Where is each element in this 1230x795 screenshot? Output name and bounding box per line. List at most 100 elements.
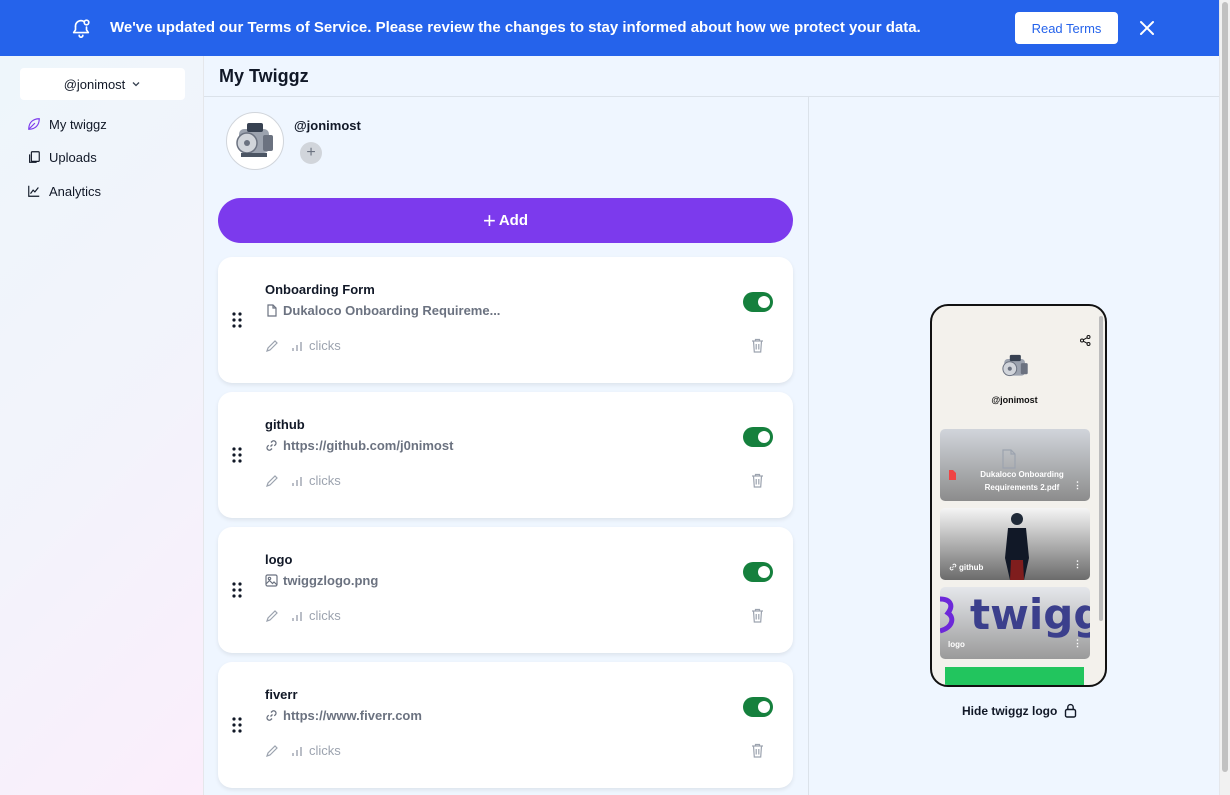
bar-chart-icon: [292, 477, 302, 486]
close-icon[interactable]: [1137, 18, 1157, 38]
pencil-icon[interactable]: [265, 609, 279, 623]
drag-handle-icon[interactable]: [232, 447, 242, 463]
motor-image: [1002, 354, 1028, 377]
motor-image: [236, 123, 273, 157]
twiggz-logo-mark: [940, 596, 955, 634]
sidebar: @jonimost My twiggz Uploads Analytics: [0, 56, 204, 795]
bar-chart-icon: [292, 342, 302, 351]
clicks-label: clicks: [309, 743, 341, 758]
person-image: [1005, 513, 1029, 580]
preview-username: @jonimost: [991, 395, 1038, 405]
phone-preview: @jonimost Dukaloco Onboarding Requiremen…: [930, 304, 1107, 687]
preview-link-card-partial[interactable]: [945, 667, 1084, 685]
preview-panel: @jonimost Dukaloco Onboarding Requiremen…: [809, 97, 1219, 795]
preview-avatar: [996, 348, 1036, 388]
leaf-icon: [28, 118, 40, 130]
preview-scrollbar[interactable]: [1099, 316, 1103, 621]
pencil-icon[interactable]: [265, 744, 279, 758]
chevron-down-icon: [132, 82, 140, 87]
link-card: github https://github.com/j0nimost click…: [218, 392, 793, 518]
links-editor: @jonimost + + Add Onboarding Form Dukalo…: [204, 97, 809, 795]
link-subtitle-text: https://github.com/j0nimost: [283, 438, 454, 453]
drag-handle-icon[interactable]: [232, 717, 242, 733]
clicks-label: clicks: [309, 338, 341, 353]
link-subtitle-text: Dukaloco Onboarding Requireme...: [283, 303, 501, 318]
chart-line-icon: [28, 185, 40, 197]
link-title[interactable]: Onboarding Form: [265, 282, 375, 297]
hide-logo-label: Hide twiggz logo: [962, 703, 1058, 718]
trash-icon[interactable]: [751, 338, 764, 353]
link-title[interactable]: fiverr: [265, 687, 298, 702]
profile-username: @jonimost: [294, 118, 361, 133]
pencil-icon[interactable]: [265, 474, 279, 488]
bar-chart-icon: [292, 612, 302, 621]
link-title[interactable]: github: [265, 417, 305, 432]
sidebar-item-my-twiggz[interactable]: My twiggz: [27, 114, 107, 134]
scrollbar-thumb[interactable]: [1222, 2, 1228, 772]
preview-link-card[interactable]: Dukaloco Onboarding Requirements 2.pdf ⋮: [940, 429, 1090, 501]
share-icon[interactable]: [1080, 335, 1091, 346]
link-card: Onboarding Form Dukaloco Onboarding Requ…: [218, 257, 793, 383]
link-subtitle[interactable]: https://www.fiverr.com: [265, 708, 422, 723]
hide-logo-toggle[interactable]: Hide twiggz logo: [962, 703, 1077, 718]
bell-icon: [72, 19, 90, 38]
more-icon[interactable]: ⋮: [1073, 559, 1082, 570]
link-subtitle[interactable]: twiggzlogo.png: [265, 573, 378, 588]
link-subtitle-text: twiggzlogo.png: [283, 573, 379, 588]
more-icon[interactable]: ⋮: [1073, 480, 1082, 491]
image-icon: [265, 574, 278, 587]
terms-banner: We've updated our Terms of Service. Plea…: [0, 0, 1219, 56]
main-header: My Twiggz: [204, 56, 1219, 97]
preview-link-title: github: [959, 563, 984, 572]
preview-link-title: Dukaloco Onboarding Requirements 2.pdf: [980, 470, 1064, 492]
add-social-button[interactable]: +: [300, 142, 322, 164]
drag-handle-icon[interactable]: [232, 312, 242, 328]
file-icon: [267, 304, 277, 317]
link-subtitle[interactable]: https://github.com/j0nimost: [265, 438, 453, 453]
preview-logo-text: twigg: [970, 590, 1090, 639]
add-link-button[interactable]: + Add: [218, 198, 793, 243]
preview-link-title: logo: [948, 640, 965, 649]
pdf-icon: [949, 470, 956, 480]
pencil-icon[interactable]: [265, 339, 279, 353]
avatar[interactable]: [226, 112, 284, 170]
lock-icon: [1065, 703, 1077, 718]
preview-link-card[interactable]: github ⋮: [940, 508, 1090, 580]
clicks-label: clicks: [309, 608, 341, 623]
clicks-label: clicks: [309, 473, 341, 488]
plus-icon: +: [482, 207, 496, 233]
account-name: @jonimost: [63, 76, 126, 92]
read-terms-button[interactable]: Read Terms: [1015, 12, 1118, 44]
banner-message: We've updated our Terms of Service. Plea…: [110, 19, 921, 36]
visibility-toggle[interactable]: [743, 292, 773, 312]
add-link-label: Add: [498, 212, 529, 229]
link-subtitle[interactable]: Dukaloco Onboarding Requireme...: [265, 303, 500, 318]
file-icon: [1002, 449, 1016, 469]
drag-handle-icon[interactable]: [232, 582, 242, 598]
link-subtitle-text: https://www.fiverr.com: [283, 708, 422, 723]
page-scrollbar[interactable]: [1219, 0, 1230, 795]
sidebar-item-uploads[interactable]: Uploads: [27, 147, 97, 167]
trash-icon[interactable]: [751, 473, 764, 488]
link-title[interactable]: logo: [265, 552, 292, 567]
sidebar-item-label: Uploads: [49, 149, 97, 165]
visibility-toggle[interactable]: [743, 562, 773, 582]
link-icon: [266, 710, 277, 721]
trash-icon[interactable]: [751, 743, 764, 758]
sidebar-item-analytics[interactable]: Analytics: [27, 181, 101, 201]
page-title: My Twiggz: [219, 66, 309, 86]
files-icon: [29, 151, 40, 163]
link-card: logo twiggzlogo.png clicks: [218, 527, 793, 653]
sidebar-item-label: My twiggz: [49, 116, 107, 132]
link-card: fiverr https://www.fiverr.com clicks: [218, 662, 793, 788]
link-icon: [949, 563, 957, 571]
account-switcher[interactable]: @jonimost: [20, 68, 185, 100]
sidebar-item-label: Analytics: [49, 183, 102, 199]
preview-link-card[interactable]: twigg logo ⋮: [940, 587, 1090, 659]
more-icon[interactable]: ⋮: [1073, 638, 1082, 649]
visibility-toggle[interactable]: [743, 697, 773, 717]
bar-chart-icon: [292, 747, 302, 756]
link-icon: [266, 440, 277, 451]
trash-icon[interactable]: [751, 608, 764, 623]
visibility-toggle[interactable]: [743, 427, 773, 447]
